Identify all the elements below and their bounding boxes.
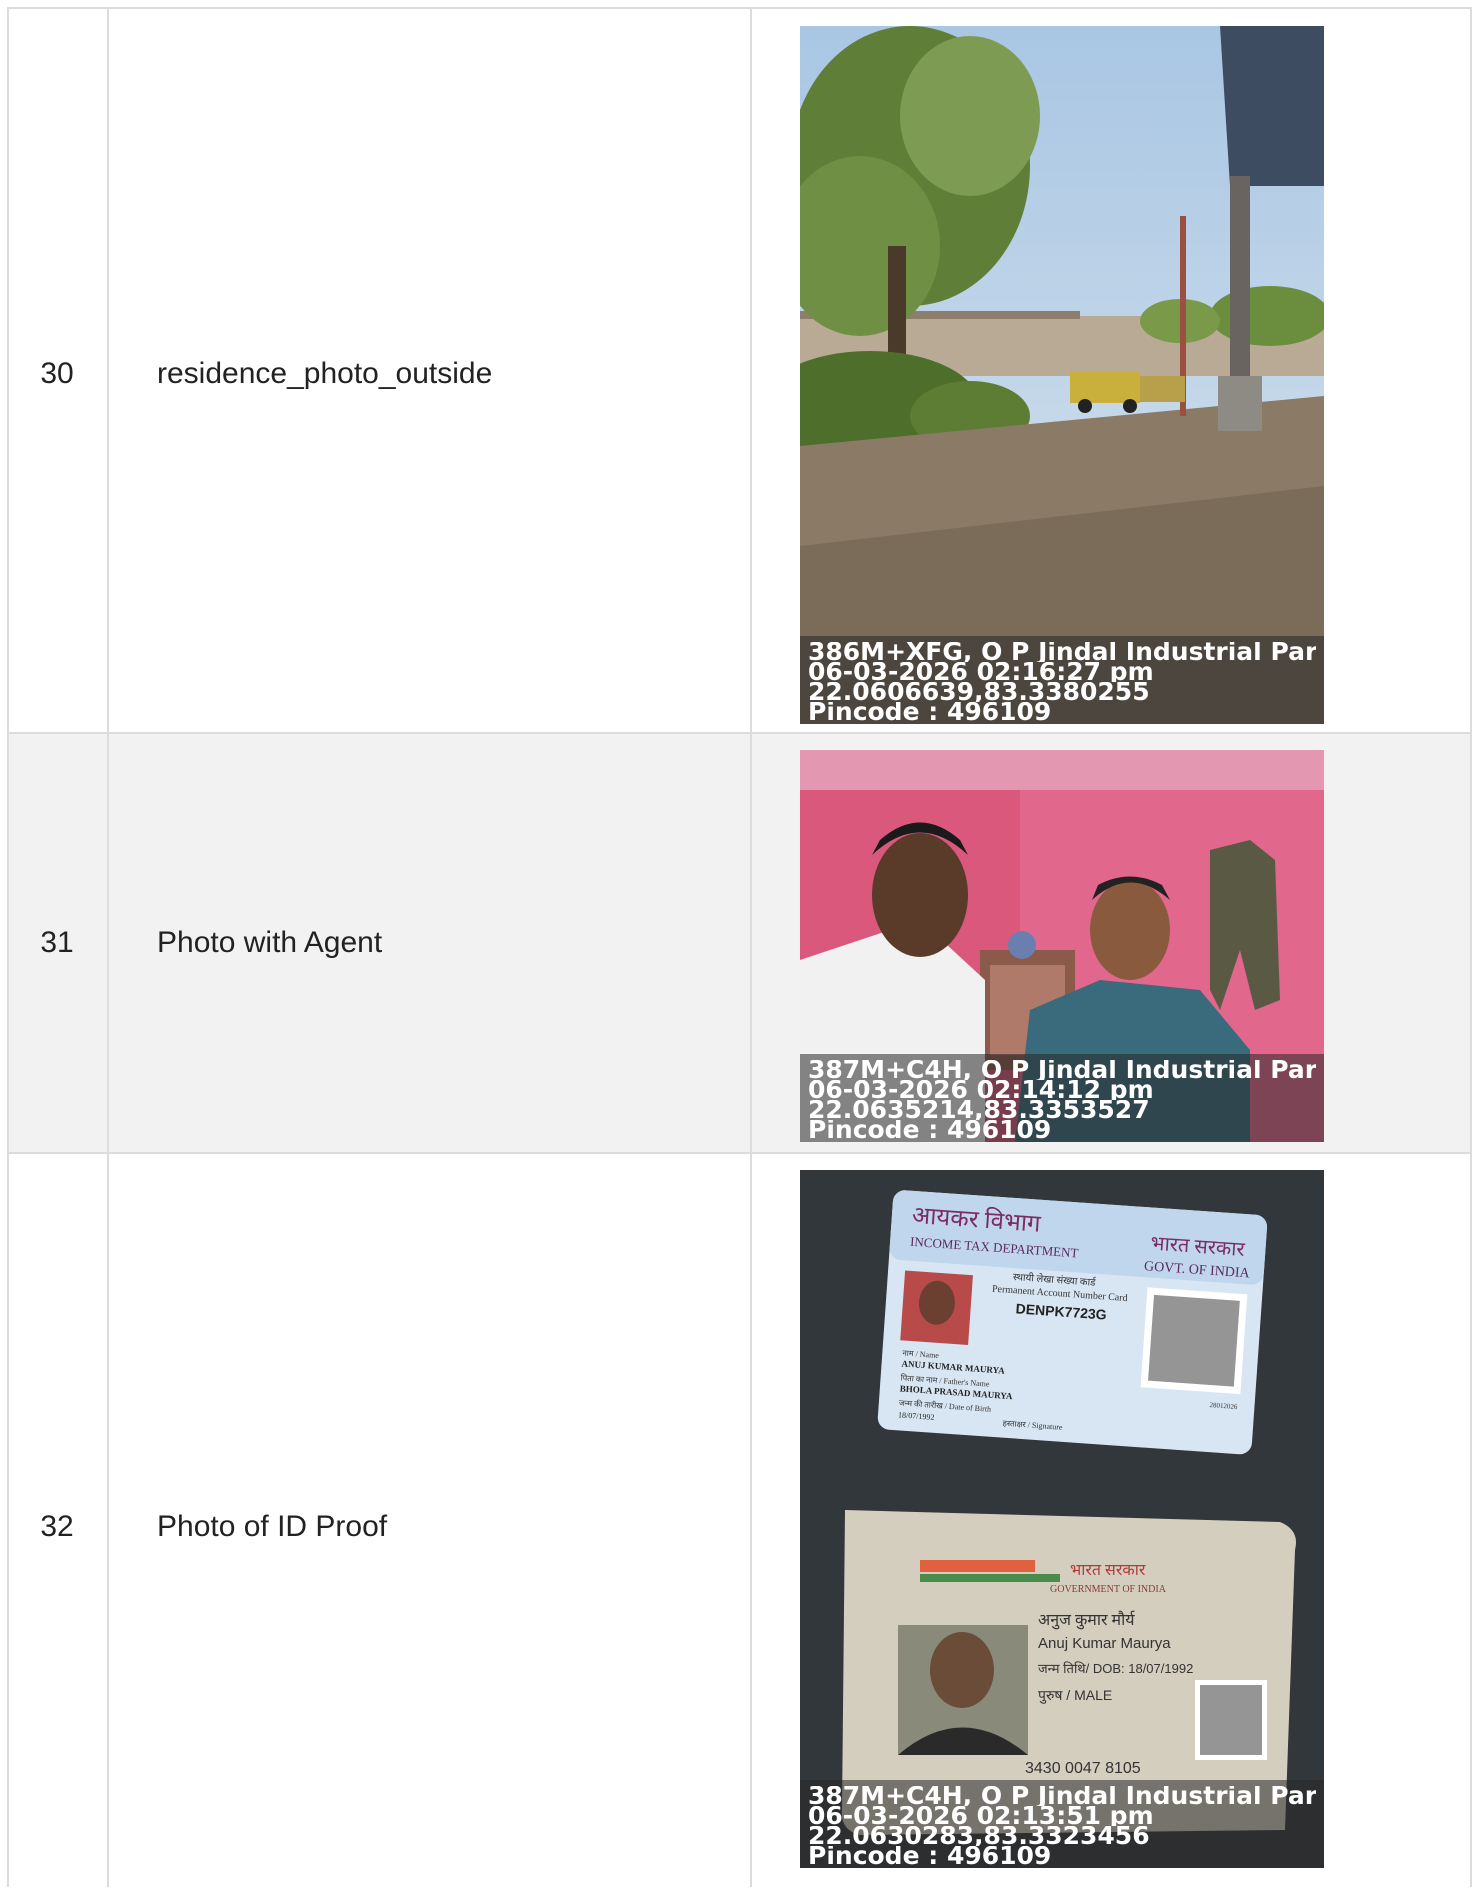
stamp-address: 387M+C4H, O P Jindal Industrial Park, ..… [808,1060,1316,1080]
row-number: 30 [40,357,74,390]
stamp-coordinates: 22.0635214,83.3353527 [808,1100,1150,1120]
stamp-pincode: Pincode : 496109 [808,1846,1052,1866]
row-label: Photo with Agent [157,926,383,959]
residence-photo-image [800,26,1324,724]
geo-stamp: 386M+XFG, O P Jindal Industrial Park, ..… [800,636,1324,724]
table-row: 30 residence_photo_outside 386M+XFG, O P… [7,7,1472,734]
aadhaar-hindi-govt: भारत सरकार [1070,1562,1146,1579]
aadhaar-number: 3430 0047 8105 [1025,1760,1141,1777]
geo-stamp: 387M+C4H, O P Jindal Industrial Park, ..… [800,1780,1324,1868]
stamp-coordinates: 22.0606639,83.3380255 [808,682,1150,702]
stamp-coordinates: 22.0630283,83.3323456 [808,1826,1150,1846]
aadhaar-hindi-name: अनुज कुमार मौर्य [1038,1610,1136,1630]
stamp-address: 387M+C4H, O P Jindal Industrial Park, ..… [808,1786,1316,1806]
id-proof-photo[interactable]: आयकर विभाग INCOME TAX DEPARTMENT भारत सर… [800,1170,1324,1868]
aadhaar-govt: GOVERNMENT OF INDIA [1050,1584,1167,1595]
table-row: 32 Photo of ID Proof आयकर विभाग INCOME T… [7,1154,1472,1894]
row-number: 31 [40,926,74,959]
residence-photo[interactable]: 386M+XFG, O P Jindal Industrial Park, ..… [800,26,1324,724]
records-table: 30 residence_photo_outside 386M+XFG, O P… [7,7,1472,1887]
row-label: Photo of ID Proof [157,1510,388,1543]
stamp-pincode: Pincode : 496109 [808,702,1052,722]
id-proof-photo-image: आयकर विभाग INCOME TAX DEPARTMENT भारत सर… [800,1170,1324,1868]
agent-photo[interactable]: 387M+C4H, O P Jindal Industrial Park, ..… [800,750,1324,1142]
table-row: 31 Photo with Agent 387M+C4H, O P Jindal… [7,734,1472,1154]
column-divider [1470,7,1472,1887]
stamp-datetime: 06-03-2026 02:16:27 pm [808,662,1154,682]
geo-stamp: 387M+C4H, O P Jindal Industrial Park, ..… [800,1054,1324,1142]
aadhaar-name: Anuj Kumar Maurya [1038,1635,1171,1652]
stamp-datetime: 06-03-2026 02:14:12 pm [808,1080,1154,1100]
column-divider [7,7,9,1887]
row-number: 32 [40,1510,74,1543]
column-divider [107,7,109,1887]
aadhaar-dob: जन्म तिथि/ DOB: 18/07/1992 [1038,1661,1193,1676]
aadhaar-gender: पुरुष / MALE [1038,1687,1112,1704]
stamp-address: 386M+XFG, O P Jindal Industrial Park, ..… [808,642,1316,662]
row-label: residence_photo_outside [157,357,493,390]
stamp-pincode: Pincode : 496109 [808,1120,1052,1140]
pan-card: आयकर विभाग INCOME TAX DEPARTMENT भारत सर… [877,1190,1268,1455]
column-divider [750,7,752,1887]
stamp-datetime: 06-03-2026 02:13:51 pm [808,1806,1154,1826]
